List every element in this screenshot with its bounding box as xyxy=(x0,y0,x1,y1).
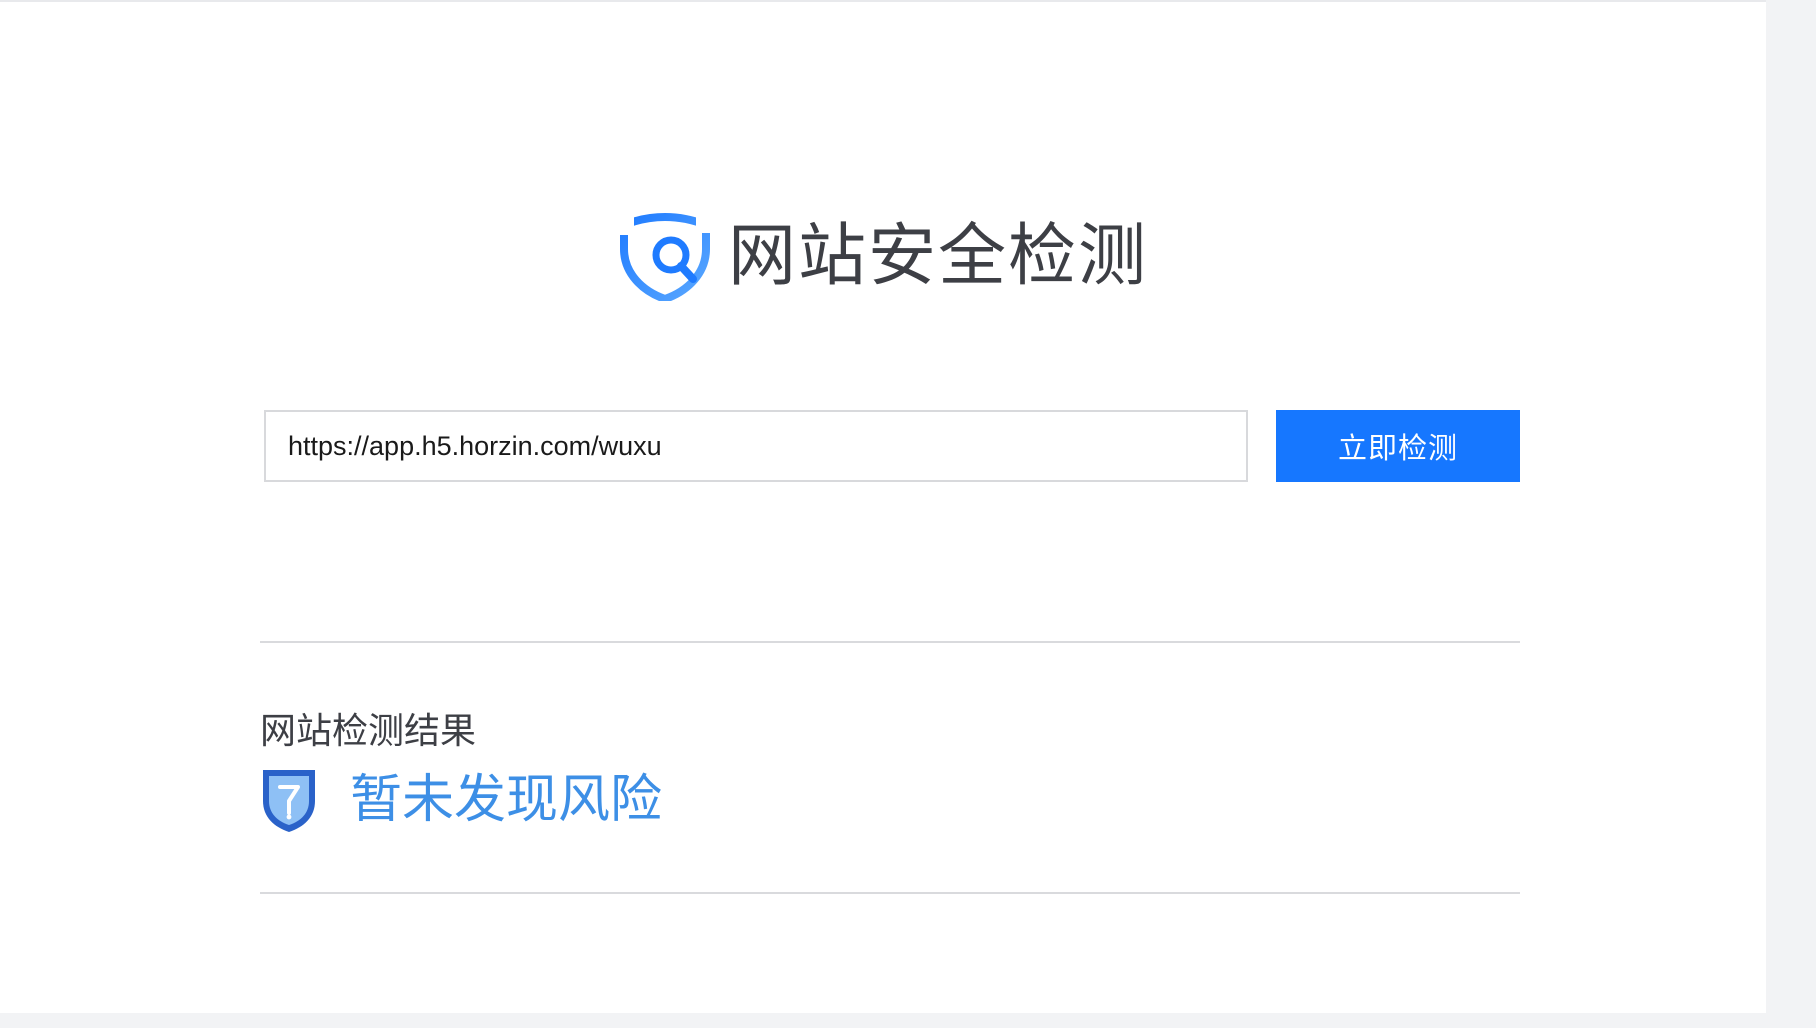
result-status-text: 暂未发现风险 xyxy=(350,770,663,830)
divider xyxy=(260,641,1520,643)
page-title: 网站安全检测 xyxy=(728,217,1149,296)
result-status-row: 暂未发现风险 xyxy=(260,766,662,834)
shield-search-icon xyxy=(620,213,710,301)
result-heading: 网站检测结果 xyxy=(260,711,477,752)
brand-header: 网站安全检测 xyxy=(620,212,1148,302)
check-now-button[interactable]: 立即检测 xyxy=(1276,410,1520,482)
main-panel: 网站安全检测 立即检测 网站检测结果 暂未发现风险 xyxy=(0,0,1766,1013)
url-input[interactable] xyxy=(264,410,1248,482)
divider xyxy=(260,892,1520,894)
shield-safe-icon xyxy=(263,769,315,832)
